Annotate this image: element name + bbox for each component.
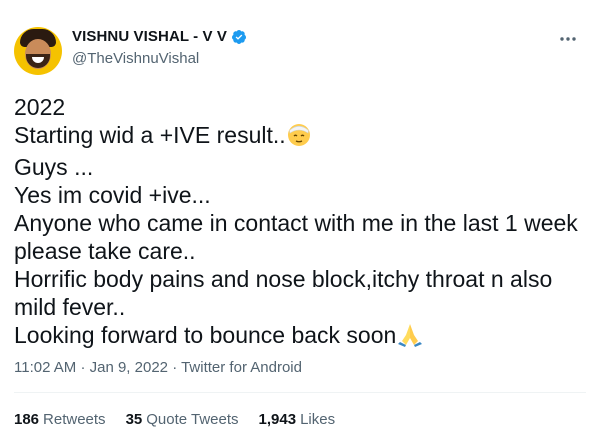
likes-count: 1,943 bbox=[258, 411, 297, 428]
tweet-line: Anyone who came in contact with me in th… bbox=[14, 210, 578, 236]
retweets-stat[interactable]: 186 Retweets bbox=[14, 411, 106, 428]
retweets-label: Retweets bbox=[43, 411, 106, 428]
quote-tweets-stat[interactable]: 35 Quote Tweets bbox=[126, 411, 239, 428]
tweet-line-with-emoji: Looking forward to bounce back soon bbox=[14, 321, 589, 353]
verified-badge-icon bbox=[231, 29, 247, 45]
tweet-line-text: Starting wid a +IVE result.. bbox=[14, 122, 286, 148]
quotes-count: 35 bbox=[125, 411, 143, 428]
tweet-line: Yes im covid +ive... bbox=[14, 182, 211, 208]
tweet-line: 2022 bbox=[14, 94, 66, 120]
tweet-line-text: Looking forward to bounce back soon bbox=[14, 322, 397, 348]
tweet-card: VISHNU VISHAL - V V @TheVishnuVishal 202… bbox=[0, 0, 600, 441]
retweets-count: 186 bbox=[14, 411, 40, 428]
tweet-line-with-emoji: Starting wid a +IVE result.. bbox=[14, 121, 589, 153]
tweet-line: mild fever.. bbox=[14, 294, 126, 320]
meta-separator: · bbox=[80, 359, 86, 376]
tweet-line: Horrific body pains and nose block,itchy… bbox=[14, 266, 553, 292]
likes-stat[interactable]: 1,943 Likes bbox=[259, 411, 336, 428]
folded-hands-icon bbox=[396, 321, 424, 353]
quotes-label: Quote Tweets bbox=[146, 411, 239, 428]
tweet-source[interactable]: Twitter for Android bbox=[181, 359, 302, 376]
tweet-text: 2022 Starting wid a +IVE result.. Guys .… bbox=[14, 93, 589, 353]
tweet-stats: 186 Retweets 35 Quote Tweets 1,943 Likes bbox=[14, 411, 335, 428]
tweet-time[interactable]: 11:02 AM bbox=[14, 359, 76, 376]
meta-separator: · bbox=[172, 359, 178, 376]
tweet-line: Guys ... bbox=[14, 154, 94, 180]
author-name[interactable]: VISHNU VISHAL - V V bbox=[72, 28, 227, 45]
divider bbox=[14, 392, 586, 393]
author-name-row[interactable]: VISHNU VISHAL - V V bbox=[72, 28, 247, 45]
likes-label: Likes bbox=[300, 411, 336, 428]
face-with-head-bandage-icon bbox=[286, 121, 312, 153]
more-options-icon[interactable] bbox=[556, 30, 580, 48]
tweet-line: please take care.. bbox=[14, 238, 196, 264]
avatar[interactable] bbox=[14, 27, 62, 75]
tweet-meta: 11:02 AM · Jan 9, 2022 · Twitter for And… bbox=[14, 359, 302, 376]
tweet-date[interactable]: Jan 9, 2022 bbox=[90, 359, 168, 376]
author-handle[interactable]: @TheVishnuVishal bbox=[72, 50, 199, 67]
